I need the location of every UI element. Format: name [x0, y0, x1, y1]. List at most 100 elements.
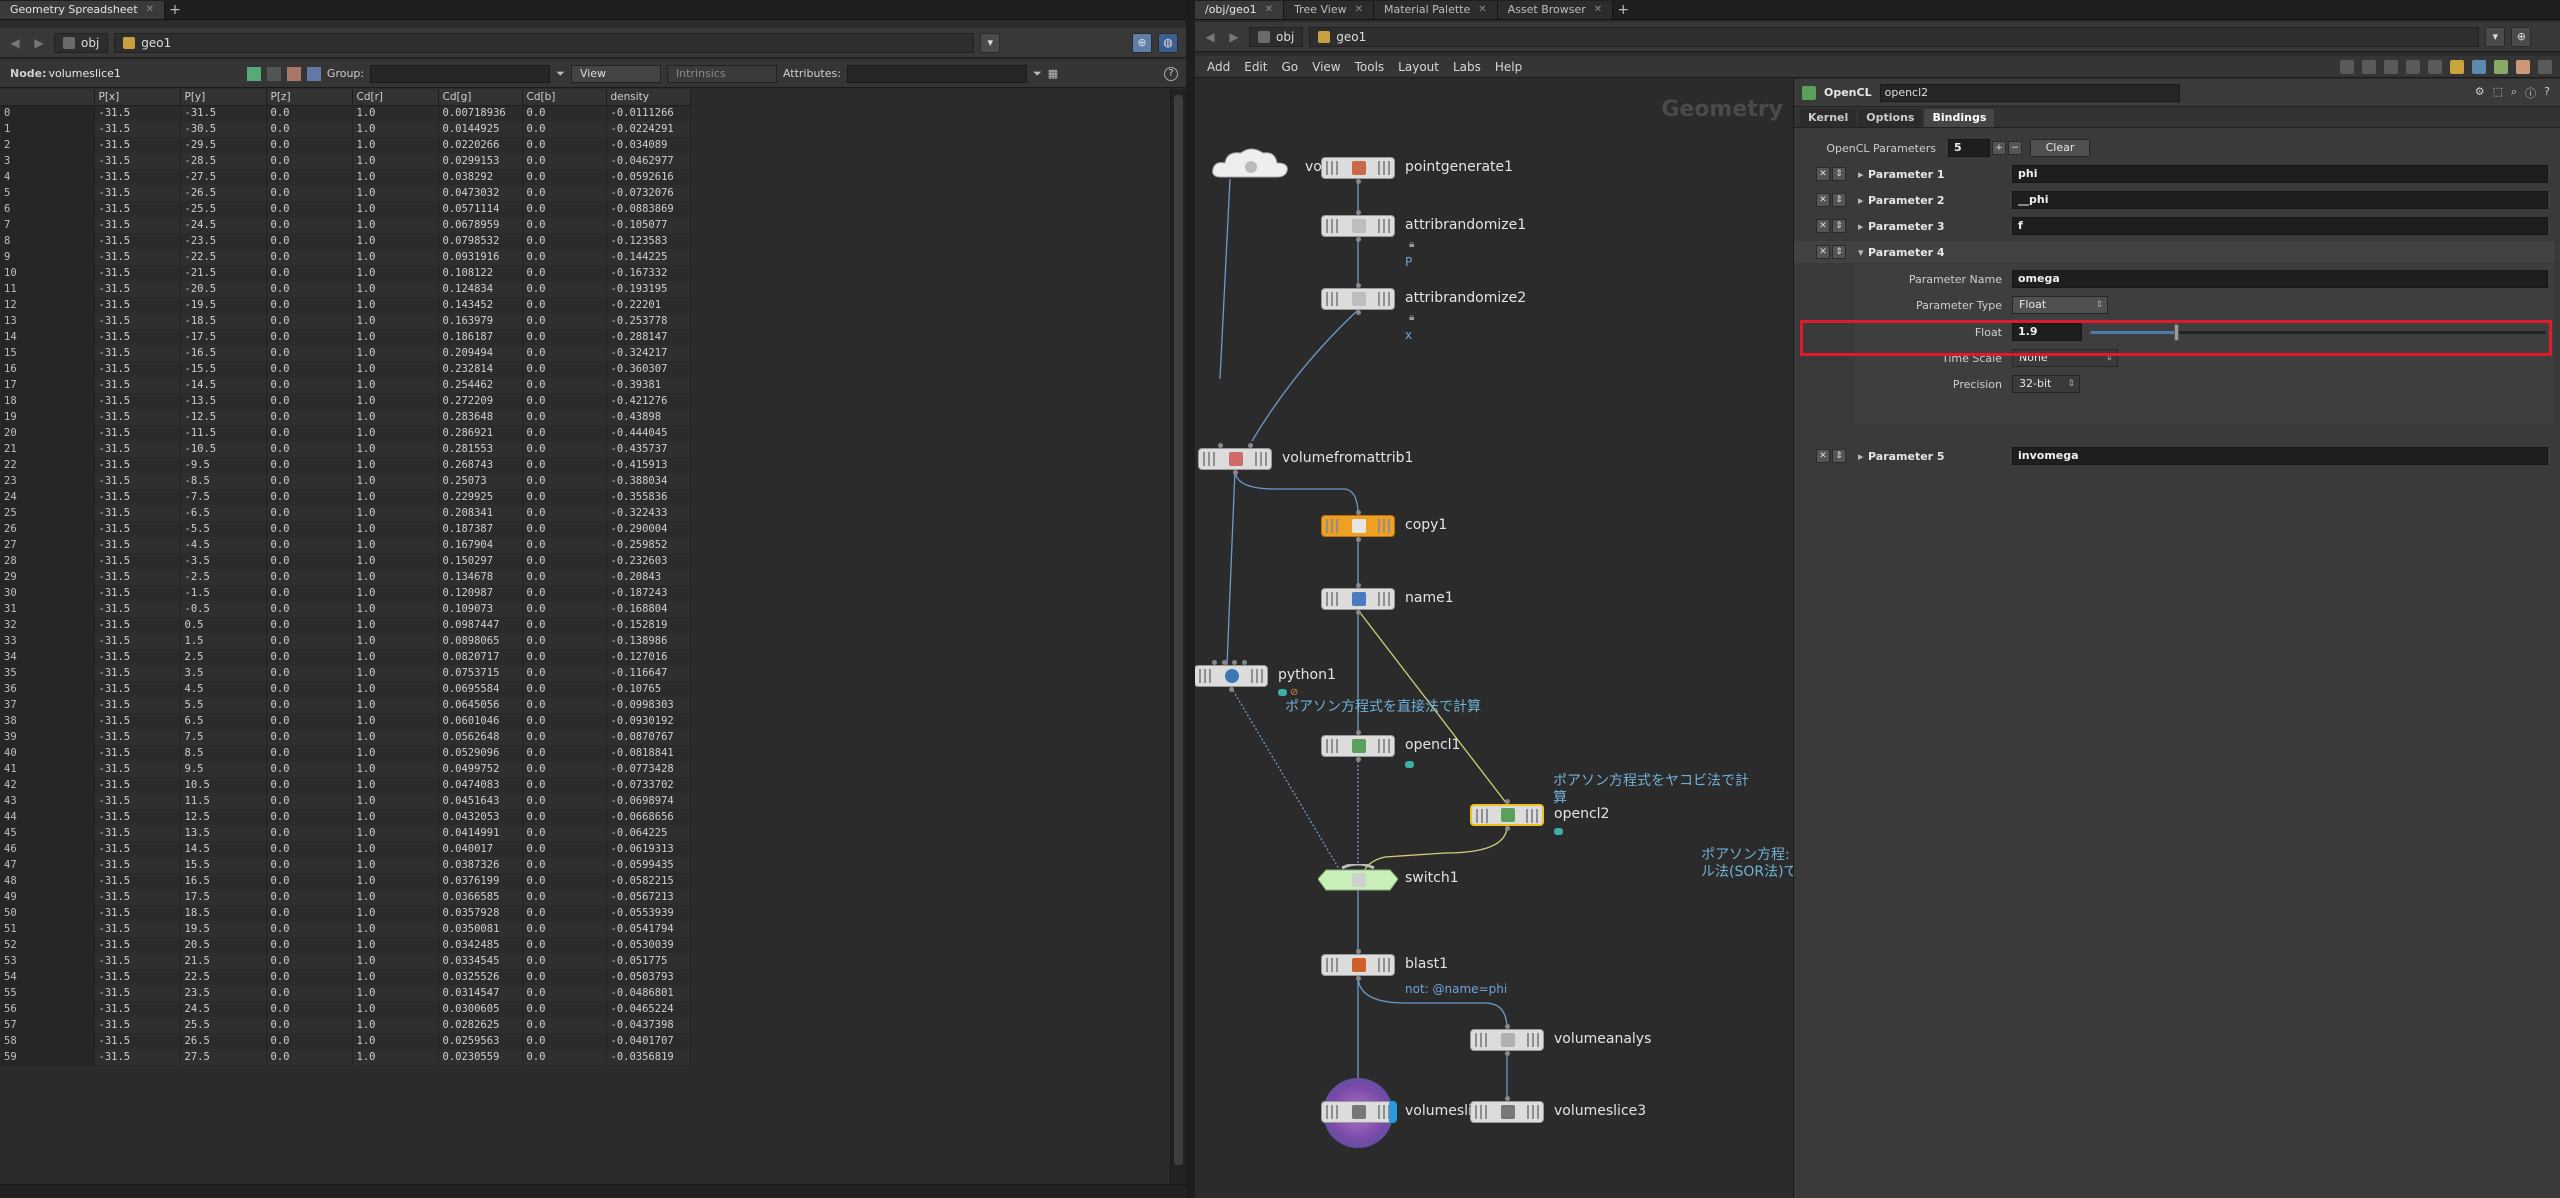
opencl-parameters-input[interactable]: 5 — [1948, 139, 1990, 157]
input-connector[interactable] — [1356, 730, 1361, 735]
input-connector[interactable] — [1222, 660, 1227, 665]
tab-obj-geo1[interactable]: /obj/geo1 ✕ — [1195, 1, 1285, 19]
grid-icon[interactable] — [2384, 59, 2398, 74]
input-connector[interactable] — [1356, 210, 1361, 215]
node-name1[interactable]: name1 — [1321, 583, 1454, 615]
info-icon[interactable]: ⓘ — [2525, 85, 2536, 101]
table-row[interactable]: 32 -31.5 0.5 0.0 1.0 0.0987447 0.0 -0.152819 — [0, 617, 691, 633]
menu-view[interactable]: View — [1312, 60, 1340, 74]
node-volumeslice1[interactable]: volumesli — [1321, 1078, 1472, 1148]
table-row[interactable]: 46 -31.5 14.5 0.0 1.0 0.040017 0.0 -0.0619313 — [0, 841, 691, 857]
menu-help[interactable]: Help — [1495, 60, 1522, 74]
table-row[interactable]: 12 -31.5 -19.5 0.0 1.0 0.143452 0.0 -0.22201 — [0, 297, 691, 313]
add-tab-icon[interactable]: + — [165, 1, 185, 19]
table-row[interactable]: 55 -31.5 23.5 0.0 1.0 0.0314547 0.0 -0.0486801 — [0, 985, 691, 1001]
input-connector[interactable] — [1356, 949, 1361, 954]
node-attribrandomize1[interactable]: attribrandomize1 🔒︎ P — [1321, 210, 1526, 269]
remove-icon[interactable]: ✕ — [1816, 245, 1830, 259]
help-icon[interactable]: ? — [1164, 66, 1178, 81]
table-row[interactable]: 54 -31.5 22.5 0.0 1.0 0.0325526 0.0 -0.0503793 — [0, 969, 691, 985]
remove-icon[interactable]: ✕ — [1816, 449, 1830, 463]
node-volumeslice3[interactable]: volumeslice3 — [1470, 1096, 1646, 1123]
pin-icon[interactable]: ▾ — [2485, 26, 2506, 47]
menu-add[interactable]: Add — [1207, 60, 1230, 74]
table-row[interactable]: 45 -31.5 13.5 0.0 1.0 0.0414991 0.0 -0.064225 — [0, 825, 691, 841]
search-icon[interactable]: ⌕ — [2511, 85, 2517, 101]
table-row[interactable]: 44 -31.5 12.5 0.0 1.0 0.0432053 0.0 -0.0668656 — [0, 809, 691, 825]
node-blast1[interactable]: blast1 not: @name=phi — [1321, 949, 1507, 996]
add-parameter-button[interactable]: + — [1992, 141, 2006, 155]
back-arrow-icon[interactable]: ◀ — [6, 36, 24, 50]
reorder-icon[interactable]: ⇕ — [1832, 449, 1846, 463]
scroll-thumb[interactable] — [1174, 95, 1183, 1165]
table-row[interactable]: 1 -31.5 -30.5 0.0 1.0 0.0144925 0.0 -0.0224291 — [0, 121, 691, 137]
wrench-icon[interactable] — [2340, 59, 2354, 74]
table-row[interactable]: 41 -31.5 9.5 0.0 1.0 0.0499752 0.0 -0.0773428 — [0, 761, 691, 777]
breadcrumb-obj[interactable]: obj — [1249, 26, 1304, 47]
view-dropdown[interactable]: View — [570, 64, 661, 83]
table-row[interactable]: 25 -31.5 -6.5 0.0 1.0 0.208341 0.0 -0.322433 — [0, 505, 691, 521]
node-volumeanalysis[interactable]: volumeanalys — [1470, 1024, 1651, 1056]
parameter-5-name[interactable]: invomega — [2012, 447, 2548, 465]
link-icon[interactable]: ⊕ — [1132, 32, 1152, 53]
output-connector[interactable] — [1356, 610, 1361, 615]
reorder-icon[interactable]: ⇕ — [1832, 193, 1846, 207]
output-connector[interactable] — [1356, 179, 1361, 184]
input-connector[interactable] — [1356, 283, 1361, 288]
table-row[interactable]: 5 -31.5 -26.5 0.0 1.0 0.0473032 0.0 -0.0732076 — [0, 185, 691, 201]
parameter-5-header[interactable]: ▸ Parameter 5 — [1858, 450, 1945, 463]
table-row[interactable]: 47 -31.5 15.5 0.0 1.0 0.0387326 0.0 -0.0599435 — [0, 857, 691, 873]
tab-tree-view[interactable]: Tree View ✕ — [1284, 1, 1374, 19]
table-row[interactable]: 4 -31.5 -27.5 0.0 1.0 0.038292 0.0 -0.0592616 — [0, 169, 691, 185]
input-connector[interactable] — [1505, 799, 1510, 804]
table-row[interactable]: 13 -31.5 -18.5 0.0 1.0 0.163979 0.0 -0.253778 — [0, 313, 691, 329]
table-row[interactable]: 58 -31.5 26.5 0.0 1.0 0.0259563 0.0 -0.0401707 — [0, 1033, 691, 1049]
node-pointgenerate1[interactable]: pointgenerate1 — [1321, 157, 1513, 184]
output-connector[interactable] — [1505, 1051, 1510, 1056]
column-header[interactable]: Cd[g] — [438, 89, 523, 106]
tab-asset-browser[interactable]: Asset Browser ✕ — [1497, 1, 1614, 19]
table-row[interactable]: 49 -31.5 17.5 0.0 1.0 0.0366585 0.0 -0.0567213 — [0, 889, 691, 905]
asset-icon[interactable] — [2516, 59, 2530, 74]
search-icon[interactable] — [2538, 59, 2552, 74]
detail-icon[interactable] — [306, 66, 321, 81]
table-row[interactable]: 57 -31.5 25.5 0.0 1.0 0.0282625 0.0 -0.0437398 — [0, 1017, 691, 1033]
pane-splitter[interactable] — [1186, 0, 1195, 1198]
breadcrumb-geo1[interactable]: geo1 — [1309, 26, 2480, 47]
tree-icon[interactable] — [2428, 59, 2442, 74]
group-input[interactable] — [370, 64, 551, 83]
table-row[interactable]: 3 -31.5 -28.5 0.0 1.0 0.0299153 0.0 -0.0462977 — [0, 153, 691, 169]
table-row[interactable]: 39 -31.5 7.5 0.0 1.0 0.0562648 0.0 -0.0870767 — [0, 729, 691, 745]
column-header[interactable]: P[x] — [94, 89, 181, 106]
table-row[interactable]: 26 -31.5 -5.5 0.0 1.0 0.187387 0.0 -0.290004 — [0, 521, 691, 537]
parameter-type-dropdown[interactable]: Float ⇕ — [2012, 296, 2108, 314]
parameter-4-header[interactable]: ▾ Parameter 4 — [1858, 246, 1945, 259]
output-connector[interactable] — [1356, 976, 1361, 981]
table-row[interactable]: 15 -31.5 -16.5 0.0 1.0 0.209494 0.0 -0.324217 — [0, 345, 691, 361]
parameter-1-name[interactable]: phi — [2012, 165, 2548, 183]
palette-icon[interactable] — [2494, 59, 2508, 74]
add-tab-icon[interactable]: + — [1613, 1, 1633, 19]
menu-go[interactable]: Go — [1281, 60, 1298, 74]
table-row[interactable]: 20 -31.5 -11.5 0.0 1.0 0.286921 0.0 -0.444045 — [0, 425, 691, 441]
filter-icon[interactable]: ⏷ — [556, 67, 565, 81]
spreadsheet-grid[interactable]: P[x] P[y] P[z] Cd[r] Cd[g] Cd[b] density 0 -31.… — [0, 89, 1170, 1184]
input-connector[interactable] — [1212, 660, 1217, 665]
node-copy1[interactable]: copy1 — [1321, 510, 1447, 542]
table-row[interactable]: 18 -31.5 -13.5 0.0 1.0 0.272209 0.0 -0.421276 — [0, 393, 691, 409]
menu-tools[interactable]: Tools — [1355, 60, 1385, 74]
table-row[interactable]: 59 -31.5 27.5 0.0 1.0 0.0230559 0.0 -0.0356819 — [0, 1049, 691, 1065]
tab-geometry-spreadsheet[interactable]: Geometry Spreadsheet ✕ — [0, 1, 166, 19]
table-row[interactable]: 37 -31.5 5.5 0.0 1.0 0.0645056 0.0 -0.0998303 — [0, 697, 691, 713]
float-input[interactable]: 1.9 — [2012, 323, 2082, 341]
menu-labs[interactable]: Labs — [1453, 60, 1481, 74]
gear-icon[interactable]: ⚙ — [2475, 85, 2485, 101]
link-icon[interactable]: ⊕ — [2511, 26, 2532, 47]
horizontal-scrollbar[interactable] — [0, 1184, 1186, 1198]
table-row[interactable]: 56 -31.5 24.5 0.0 1.0 0.0300605 0.0 -0.0465224 — [0, 1001, 691, 1017]
float-slider[interactable] — [2090, 324, 2546, 341]
table-row[interactable]: 6 -31.5 -25.5 0.0 1.0 0.0571114 0.0 -0.0883869 — [0, 201, 691, 217]
close-icon[interactable]: ✕ — [146, 1, 154, 19]
parameter-2-header[interactable]: ▸ Parameter 2 — [1858, 194, 1945, 207]
table-row[interactable]: 33 -31.5 1.5 0.0 1.0 0.0898065 0.0 -0.138986 — [0, 633, 691, 649]
